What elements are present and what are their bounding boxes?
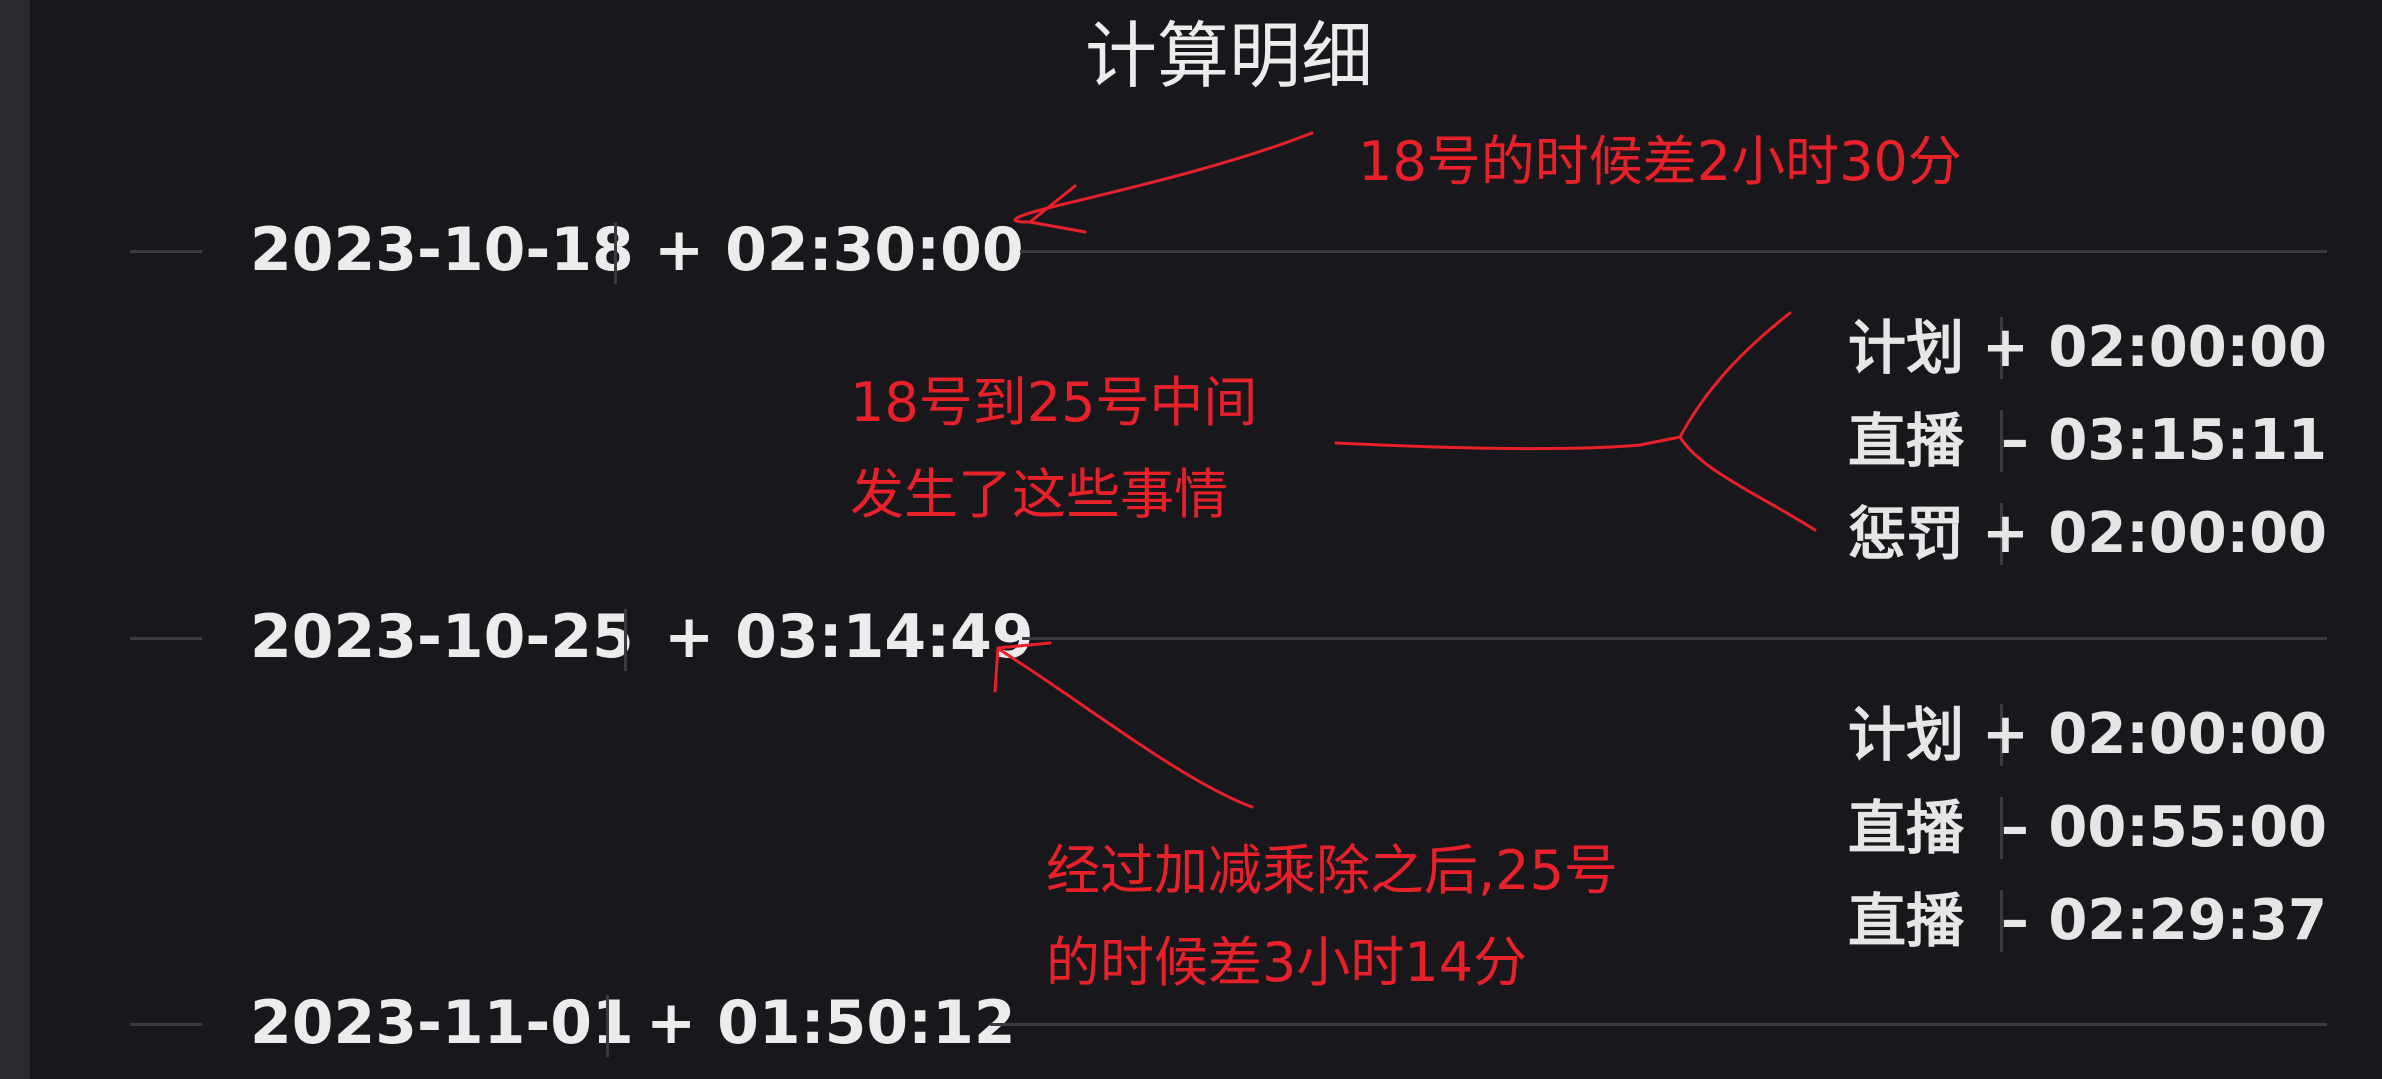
timeline-line — [990, 1023, 2327, 1026]
annotation-text: 的时候差3小时14分 — [1046, 931, 1528, 994]
detail-value: + 02:00:00 — [1982, 702, 2327, 767]
detail-value: + 02:00:00 — [1982, 501, 2327, 566]
vertical-divider — [624, 609, 627, 671]
detail-label: 直播 — [1848, 887, 1965, 955]
date-row: 2023-10-18 + 02:30:00 — [0, 210, 2382, 290]
detail-row: 计划 + 02:00:00 — [1820, 700, 2340, 770]
detail-row: 直播 – 02:29:37 — [1820, 886, 2340, 956]
entry-delta: + 03:14:49 — [664, 602, 1034, 672]
entry-delta: + 02:30:00 — [654, 215, 1024, 285]
annotation-text: 18号到25号中间 — [850, 371, 1258, 434]
detail-row: 直播 – 00:55:00 — [1820, 793, 2340, 863]
timeline-dash — [130, 637, 202, 640]
vertical-divider — [606, 995, 609, 1057]
detail-value: – 02:29:37 — [2000, 888, 2327, 953]
detail-label: 直播 — [1848, 794, 1965, 862]
entry-date: 2023-10-25 — [250, 602, 634, 672]
vertical-divider — [614, 222, 617, 284]
annotation-note: 18号的时候差2小时30分 — [1358, 116, 1962, 208]
detail-label: 计划 — [1848, 314, 1965, 382]
detail-label: 直播 — [1848, 407, 1965, 475]
detail-row: 惩罚 + 02:00:00 — [1820, 499, 2340, 569]
detail-row: 计划 + 02:00:00 — [1820, 313, 2340, 383]
annotation-note: 经过加减乘除之后,25号 的时候差3小时14分 — [1046, 825, 1618, 1009]
detail-value: + 02:00:00 — [1982, 315, 2327, 380]
bracket-stem — [1334, 435, 1682, 450]
left-rail — [0, 0, 30, 1079]
page-title: 计算明细 — [1084, 14, 1373, 98]
timeline-dash — [130, 1023, 202, 1026]
annotation-note: 18号到25号中间 发生了这些事情 — [850, 357, 1257, 541]
detail-value: – 00:55:00 — [2000, 795, 2327, 860]
entry-date: 2023-10-18 — [250, 215, 634, 285]
date-row: 2023-10-25 + 03:14:49 — [0, 597, 2382, 677]
bracket-lower — [1678, 435, 1817, 532]
detail-label: 惩罚 — [1848, 500, 1965, 568]
detail-value: – 03:15:11 — [2000, 408, 2327, 473]
annotation-text: 18号的时候差2小时30分 — [1358, 130, 1962, 193]
entry-date: 2023-11-01 — [250, 988, 634, 1058]
annotation-text: 发生了这些事情 — [850, 463, 1228, 526]
timeline-dash — [130, 250, 202, 253]
bracket-upper — [1678, 311, 1792, 439]
timeline-line — [1020, 250, 2327, 253]
detail-label: 计划 — [1848, 701, 1965, 769]
annotation-text: 经过加减乘除之后,25号 — [1046, 839, 1618, 902]
entry-delta: + 01:50:12 — [646, 988, 1016, 1058]
timeline-line — [1022, 637, 2327, 640]
detail-row: 直播 – 03:15:11 — [1820, 406, 2340, 476]
arrow-to-first-delta — [1013, 131, 1314, 224]
